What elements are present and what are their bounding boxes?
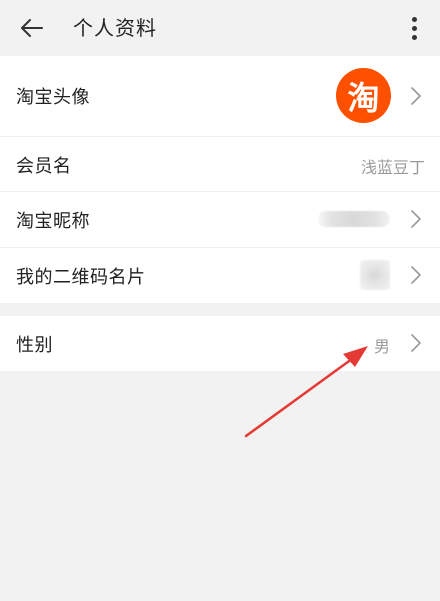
member-name-row: 会员名 浅蓝豆丁 [0, 137, 440, 191]
more-vertical-icon-dot [411, 25, 417, 31]
qr-code-thumbnail-blurred [360, 260, 390, 290]
more-options-button[interactable] [404, 12, 424, 44]
chevron-right-icon [411, 87, 421, 105]
member-name-value: 浅蓝豆丁 [360, 158, 425, 177]
app-bar: 个人资料 [0, 0, 440, 56]
arrow-left-icon [21, 19, 43, 37]
profile-info-group: 淘宝头像 淘 会员名 浅蓝豆丁 淘宝昵称 我的二维码名片 [0, 56, 440, 303]
gender-value: 男 [374, 337, 391, 356]
gender-label: 性别 [16, 335, 53, 356]
more-vertical-icon-dot [411, 34, 417, 40]
qr-card-row[interactable]: 我的二维码名片 [0, 248, 440, 303]
page-title: 个人资料 [73, 16, 157, 40]
chevron-right-icon [411, 334, 421, 352]
avatar: 淘 [336, 68, 391, 123]
qr-card-label: 我的二维码名片 [16, 267, 146, 288]
avatar-row[interactable]: 淘宝头像 淘 [0, 56, 440, 136]
gender-row[interactable]: 性别 男 [0, 316, 440, 371]
member-name-label: 会员名 [16, 156, 72, 177]
back-button[interactable] [14, 10, 50, 46]
more-vertical-icon-dot [411, 16, 417, 22]
nickname-value-blurred [318, 211, 390, 227]
nickname-label: 淘宝昵称 [16, 211, 90, 232]
gender-group: 性别 男 [0, 316, 440, 371]
avatar-row-label: 淘宝头像 [16, 87, 90, 108]
profile-screen: 个人资料 淘宝头像 淘 会员名 浅蓝豆丁 淘宝昵称 我的二维码名片 性别 男 [0, 0, 440, 601]
chevron-right-icon [411, 210, 421, 228]
chevron-right-icon [411, 266, 421, 284]
nickname-row[interactable]: 淘宝昵称 [0, 192, 440, 247]
avatar-glyph: 淘 [347, 78, 380, 117]
